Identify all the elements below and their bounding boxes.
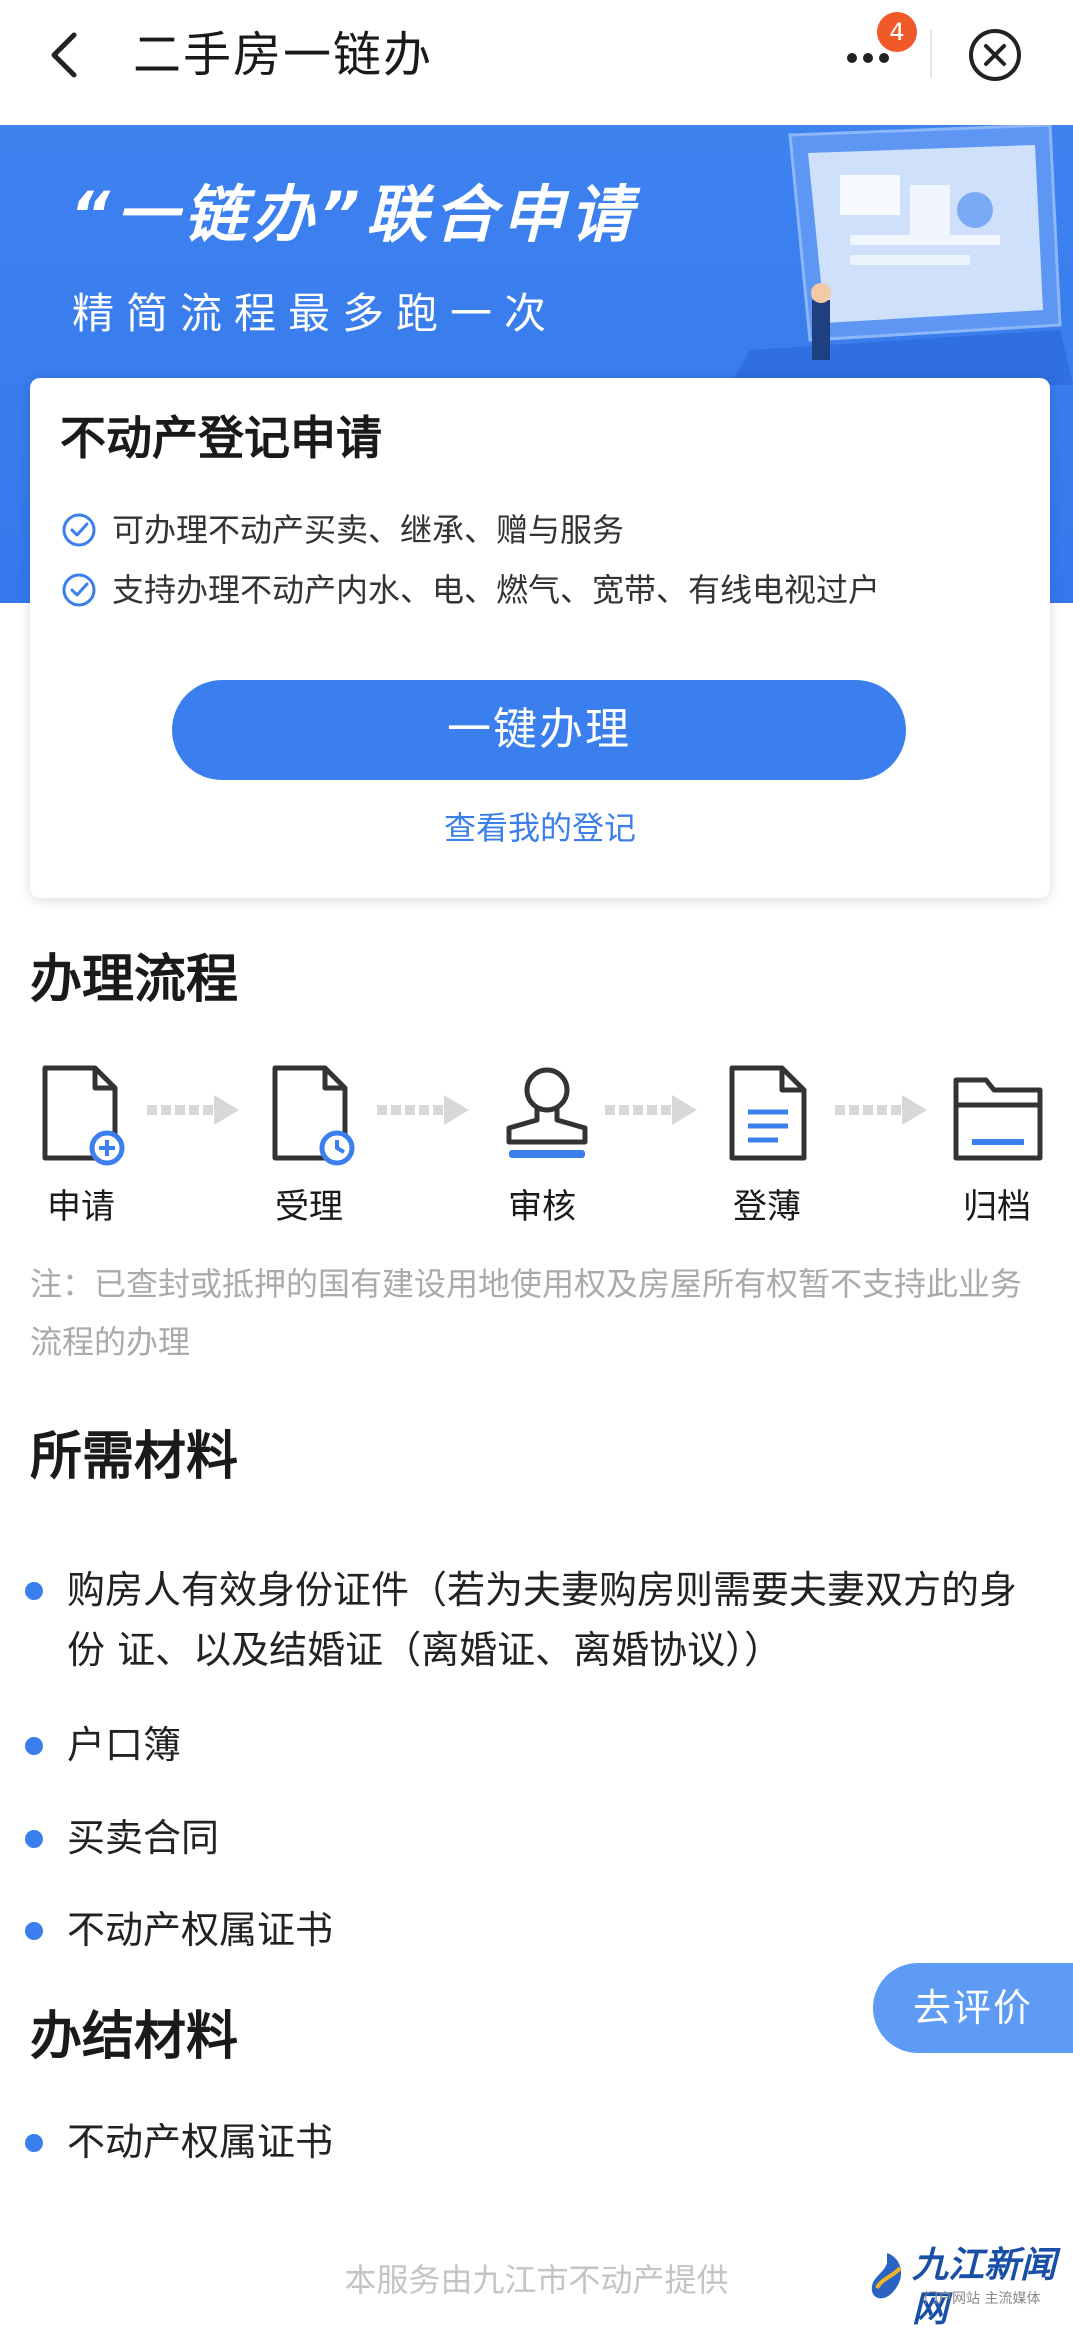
top-nav-bar: 二手房一链办 4 (0, 0, 1073, 125)
folder-icon (953, 1077, 1043, 1161)
step-label-review: 审核 (508, 1187, 576, 1227)
watermark-logo-icon (871, 2253, 902, 2299)
process-note: 注：已查封或抵押的国有建设用地使用权及房屋所有权暂不支持此业务流程的办理 (30, 1265, 1023, 1361)
nav-divider (930, 30, 932, 78)
card-title: 不动产登记申请 (60, 411, 382, 465)
list-item-text: 不动产权属证书 (67, 2120, 334, 2164)
watermark-sub: 门户网站 主流媒体 (924, 2291, 1041, 2307)
list-item: 买卖合同 (25, 1808, 1025, 1868)
list-item-text: 户口簿 (67, 1723, 182, 1767)
flow-arrow-icon (147, 1095, 239, 1125)
process-section-title: 办理流程 (30, 950, 239, 1010)
flow-arrow-icon (605, 1095, 697, 1125)
completion-materials-title: 办结材料 (30, 2007, 239, 2067)
banner-title: “一链办”联合申请 (70, 178, 638, 251)
document-add-icon (42, 1065, 125, 1166)
notification-badge: 4 (877, 12, 917, 52)
page-title: 二手房一链办 (133, 27, 434, 83)
view-my-registration-link[interactable]: 查看我的登记 (30, 806, 1050, 850)
feature-item: 可办理不动产买卖、继承、赠与服务 (60, 505, 624, 555)
check-circle-icon (62, 513, 96, 547)
site-watermark: 九江新闻网 门户网站 主流媒体 (862, 2240, 1062, 2330)
list-item: 购房人有效身份证件（若为夫妻购房则需要夫妻双方的身份 证、以及结婚证（离婚证、离… (25, 1560, 1025, 1680)
page: 二手房一链办 4 “一链办”联合申请 精简流程最多跑一次 不动产登记申请 可办理… (0, 0, 1073, 2339)
check-circle-icon (62, 573, 96, 607)
list-item-text: 不动产权属证书 (67, 1908, 334, 1952)
document-clock-icon (272, 1065, 355, 1166)
banner-subtitle: 精简流程最多跑一次 (72, 289, 559, 338)
bullet-dot (25, 2134, 43, 2152)
bullet-dot (25, 1830, 43, 1848)
feature-text: 支持办理不动产内水、电、燃气、宽带、有线电视过户 (112, 571, 881, 609)
required-materials-title: 所需材料 (30, 1427, 239, 1487)
stamp-icon (506, 1067, 588, 1158)
laptop-illustration-icon (730, 125, 1073, 385)
flow-arrow-icon (835, 1095, 927, 1125)
one-click-apply-button[interactable]: 一键办理 (172, 680, 906, 780)
list-item-text: 购房人有效身份证件（若为夫妻购房则需要夫妻双方的身份 证、以及结婚证（离婚证、离… (67, 1568, 1018, 1672)
watermark-name: 九江新闻网 (912, 2245, 1057, 2330)
step-label-accept: 受理 (275, 1187, 343, 1227)
document-lines-icon (729, 1065, 807, 1161)
bullet-dot (25, 1737, 43, 1755)
bullet-dot (25, 1582, 43, 1600)
feature-item: 支持办理不动产内水、电、燃气、宽带、有线电视过户 (60, 565, 880, 615)
list-item: 不动产权属证书 (25, 1900, 1025, 1960)
step-label-apply: 申请 (47, 1187, 115, 1227)
list-item-text: 买卖合同 (67, 1816, 220, 1860)
bullet-dot (25, 1922, 43, 1940)
close-icon[interactable] (965, 25, 1025, 85)
flow-arrow-icon (377, 1095, 469, 1125)
list-item: 不动产权属证书 (25, 2112, 1025, 2172)
evaluate-button[interactable]: 去评价 (873, 1963, 1073, 2053)
step-label-archive: 归档 (963, 1187, 1031, 1227)
feature-text: 可办理不动产买卖、继承、赠与服务 (112, 511, 625, 549)
back-arrow-icon[interactable] (38, 25, 98, 85)
list-item: 户口簿 (25, 1715, 1025, 1775)
registration-card: 不动产登记申请 可办理不动产买卖、继承、赠与服务 支持办理不动产内水、电、燃气、… (30, 378, 1050, 898)
step-label-register: 登薄 (733, 1187, 801, 1227)
